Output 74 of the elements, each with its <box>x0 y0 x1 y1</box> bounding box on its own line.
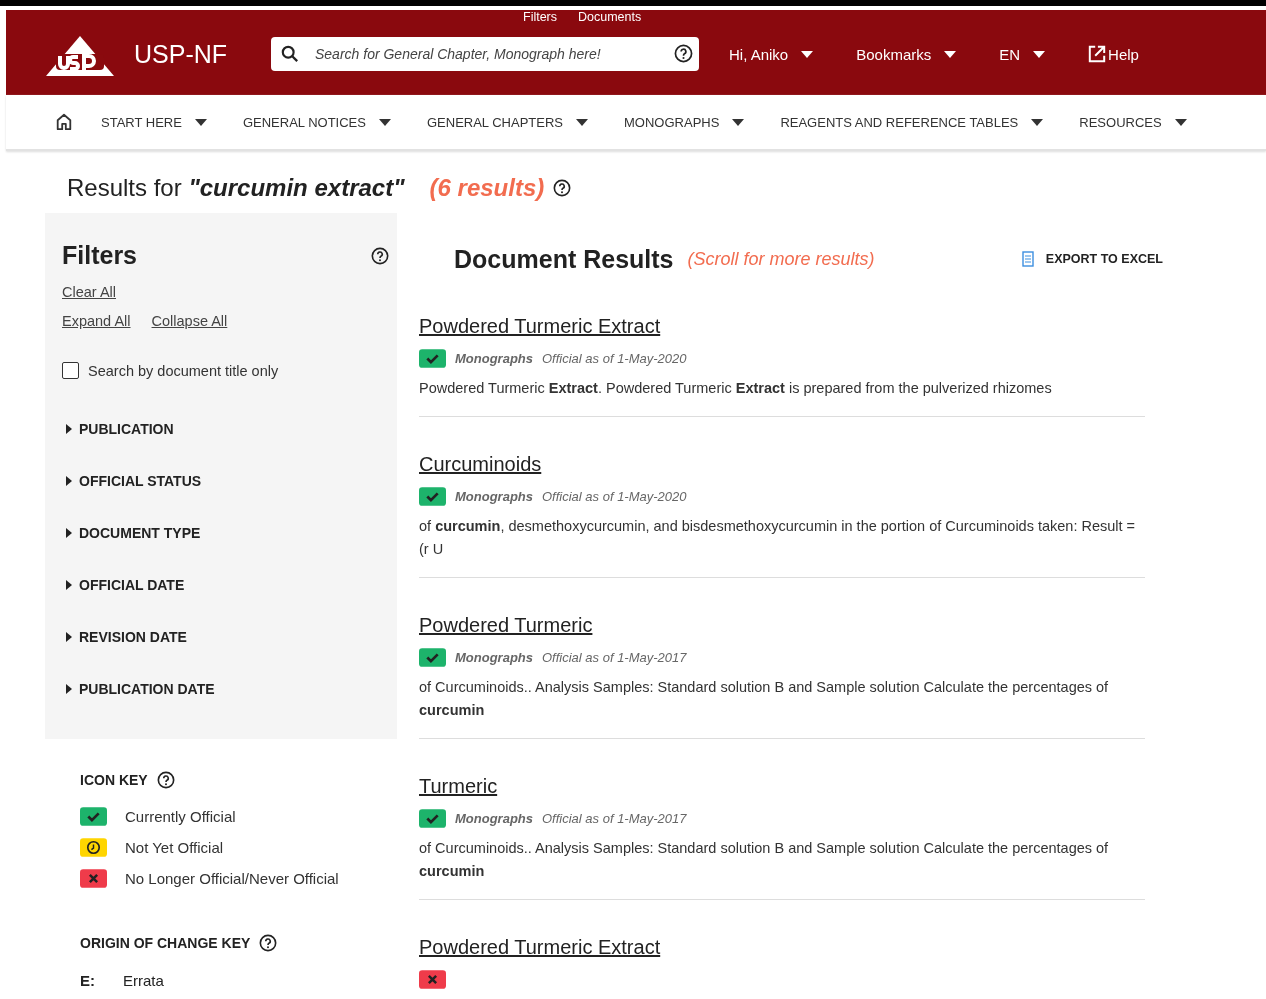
filter-group[interactable]: PUBLICATION <box>62 403 389 455</box>
key-label: Not Yet Official <box>125 839 224 856</box>
help-icon[interactable] <box>156 771 175 789</box>
document-type: Monographs <box>455 489 533 504</box>
header-menu[interactable]: EN <box>999 45 1046 63</box>
checkbox-label: Search by document title only <box>88 362 279 379</box>
result-title-link[interactable]: Powdered Turmeric <box>419 614 593 636</box>
header-menu[interactable]: Bookmarks <box>856 45 957 63</box>
filter-group[interactable]: OFFICIAL DATE <box>62 559 389 611</box>
key-label: Currently Official <box>125 808 236 825</box>
section-title: ICON KEY <box>80 772 148 788</box>
search-icon <box>281 45 299 63</box>
caret-icon <box>194 118 207 126</box>
export-button[interactable]: EXPORT TO EXCEL <box>1021 251 1163 267</box>
nav-menu[interactable]: START HERE <box>101 114 207 130</box>
document-type: Monographs <box>455 811 533 826</box>
section-title: ORIGIN OF CHANGE KEY <box>80 935 251 951</box>
result-snippet: of curcumin, desmethoxycurcumin, and bisdesmethoxycurcumin in the portion of Curcuminoids taken: Result = (r U <box>419 517 1137 559</box>
result-title-link[interactable]: Turmeric <box>419 775 498 797</box>
nav-menu[interactable]: REAGENTS AND REFERENCE TABLES <box>780 114 1044 130</box>
header-menu[interactable]: Help <box>1088 45 1139 63</box>
site-title[interactable]: USP-NF <box>134 39 271 69</box>
nav-menu[interactable]: GENERAL NOTICES <box>242 114 391 130</box>
section-title: Document Results <box>454 244 674 274</box>
document-icon <box>1021 251 1034 267</box>
collapse-all-link[interactable]: Collapse All <box>151 313 228 329</box>
expand-all-link[interactable]: Expand All <box>62 313 131 329</box>
official-date: Official as of 1-May-2020 <box>542 351 687 366</box>
key-label: Errata <box>123 972 164 989</box>
official-date: Official as of 1-May-2017 <box>542 650 687 665</box>
caret-icon <box>1031 118 1044 126</box>
document-type: Monographs <box>455 351 533 366</box>
filter-group[interactable]: DOCUMENT TYPE <box>62 507 389 559</box>
caret-icon <box>1033 50 1046 58</box>
filter-group[interactable]: OFFICIAL STATUS <box>62 455 389 507</box>
result-count: (6 results) <box>429 174 545 202</box>
official-date: Official as of 1-May-2020 <box>542 489 687 504</box>
result-title-link[interactable]: Powdered Turmeric Extract <box>419 936 661 958</box>
home-icon[interactable] <box>55 113 73 131</box>
result-title-link[interactable]: Powdered Turmeric Extract <box>419 315 661 337</box>
caret-icon <box>576 118 589 126</box>
filter-group[interactable]: PUBLICATION DATE <box>62 663 389 715</box>
external-link-icon <box>1088 45 1107 63</box>
nav-menu[interactable]: GENERAL CHAPTERS <box>426 114 589 130</box>
key-code: E: <box>80 972 95 989</box>
caret-icon <box>1174 118 1187 126</box>
quick-link[interactable]: Filters <box>523 10 558 26</box>
results-heading: Results for "curcumin extract" <box>67 174 405 202</box>
quick-link[interactable]: Documents <box>578 10 642 26</box>
result-snippet: of Curcuminoids.. Analysis Samples: Standard solution B and Sample solution Calculate the percentages of curcumin <box>419 678 1110 720</box>
help-icon[interactable] <box>553 179 572 197</box>
scroll-hint: (Scroll for more results) <box>687 248 875 270</box>
caret-icon <box>801 50 814 58</box>
help-icon[interactable] <box>674 44 693 63</box>
caret-icon <box>944 50 957 58</box>
checkbox[interactable] <box>62 362 79 379</box>
document-type: Monographs <box>455 650 533 665</box>
filter-group[interactable]: REVISION DATE <box>62 611 389 663</box>
help-icon[interactable] <box>259 934 278 952</box>
nav-menu[interactable]: RESOURCES <box>1079 114 1187 130</box>
caret-icon <box>732 118 745 126</box>
official-date: Official as of 1-May-2017 <box>542 811 687 826</box>
result-snippet: Powdered Turmeric Extract. Powdered Turmeric Extract is prepared from the pulverized rhizomes <box>419 379 1053 398</box>
nav-menu[interactable]: MONOGRAPHS <box>624 114 745 130</box>
logo-icon[interactable] <box>44 34 116 78</box>
result-title-link[interactable]: Curcuminoids <box>419 453 542 475</box>
panel-title: Filters <box>62 241 138 270</box>
header-menu[interactable]: Hi, Aniko <box>729 45 814 63</box>
caret-icon <box>378 118 391 126</box>
search-field[interactable]: Search for General Chapter, Monograph here! <box>271 37 699 71</box>
key-label: No Longer Official/Never Official <box>125 870 339 887</box>
result-snippet: of Curcuminoids.. Analysis Samples: Standard solution B and Sample solution Calculate the percentages of curcumin <box>419 839 1110 881</box>
help-icon[interactable] <box>371 246 389 265</box>
clear-all-link[interactable]: Clear All <box>62 284 116 300</box>
